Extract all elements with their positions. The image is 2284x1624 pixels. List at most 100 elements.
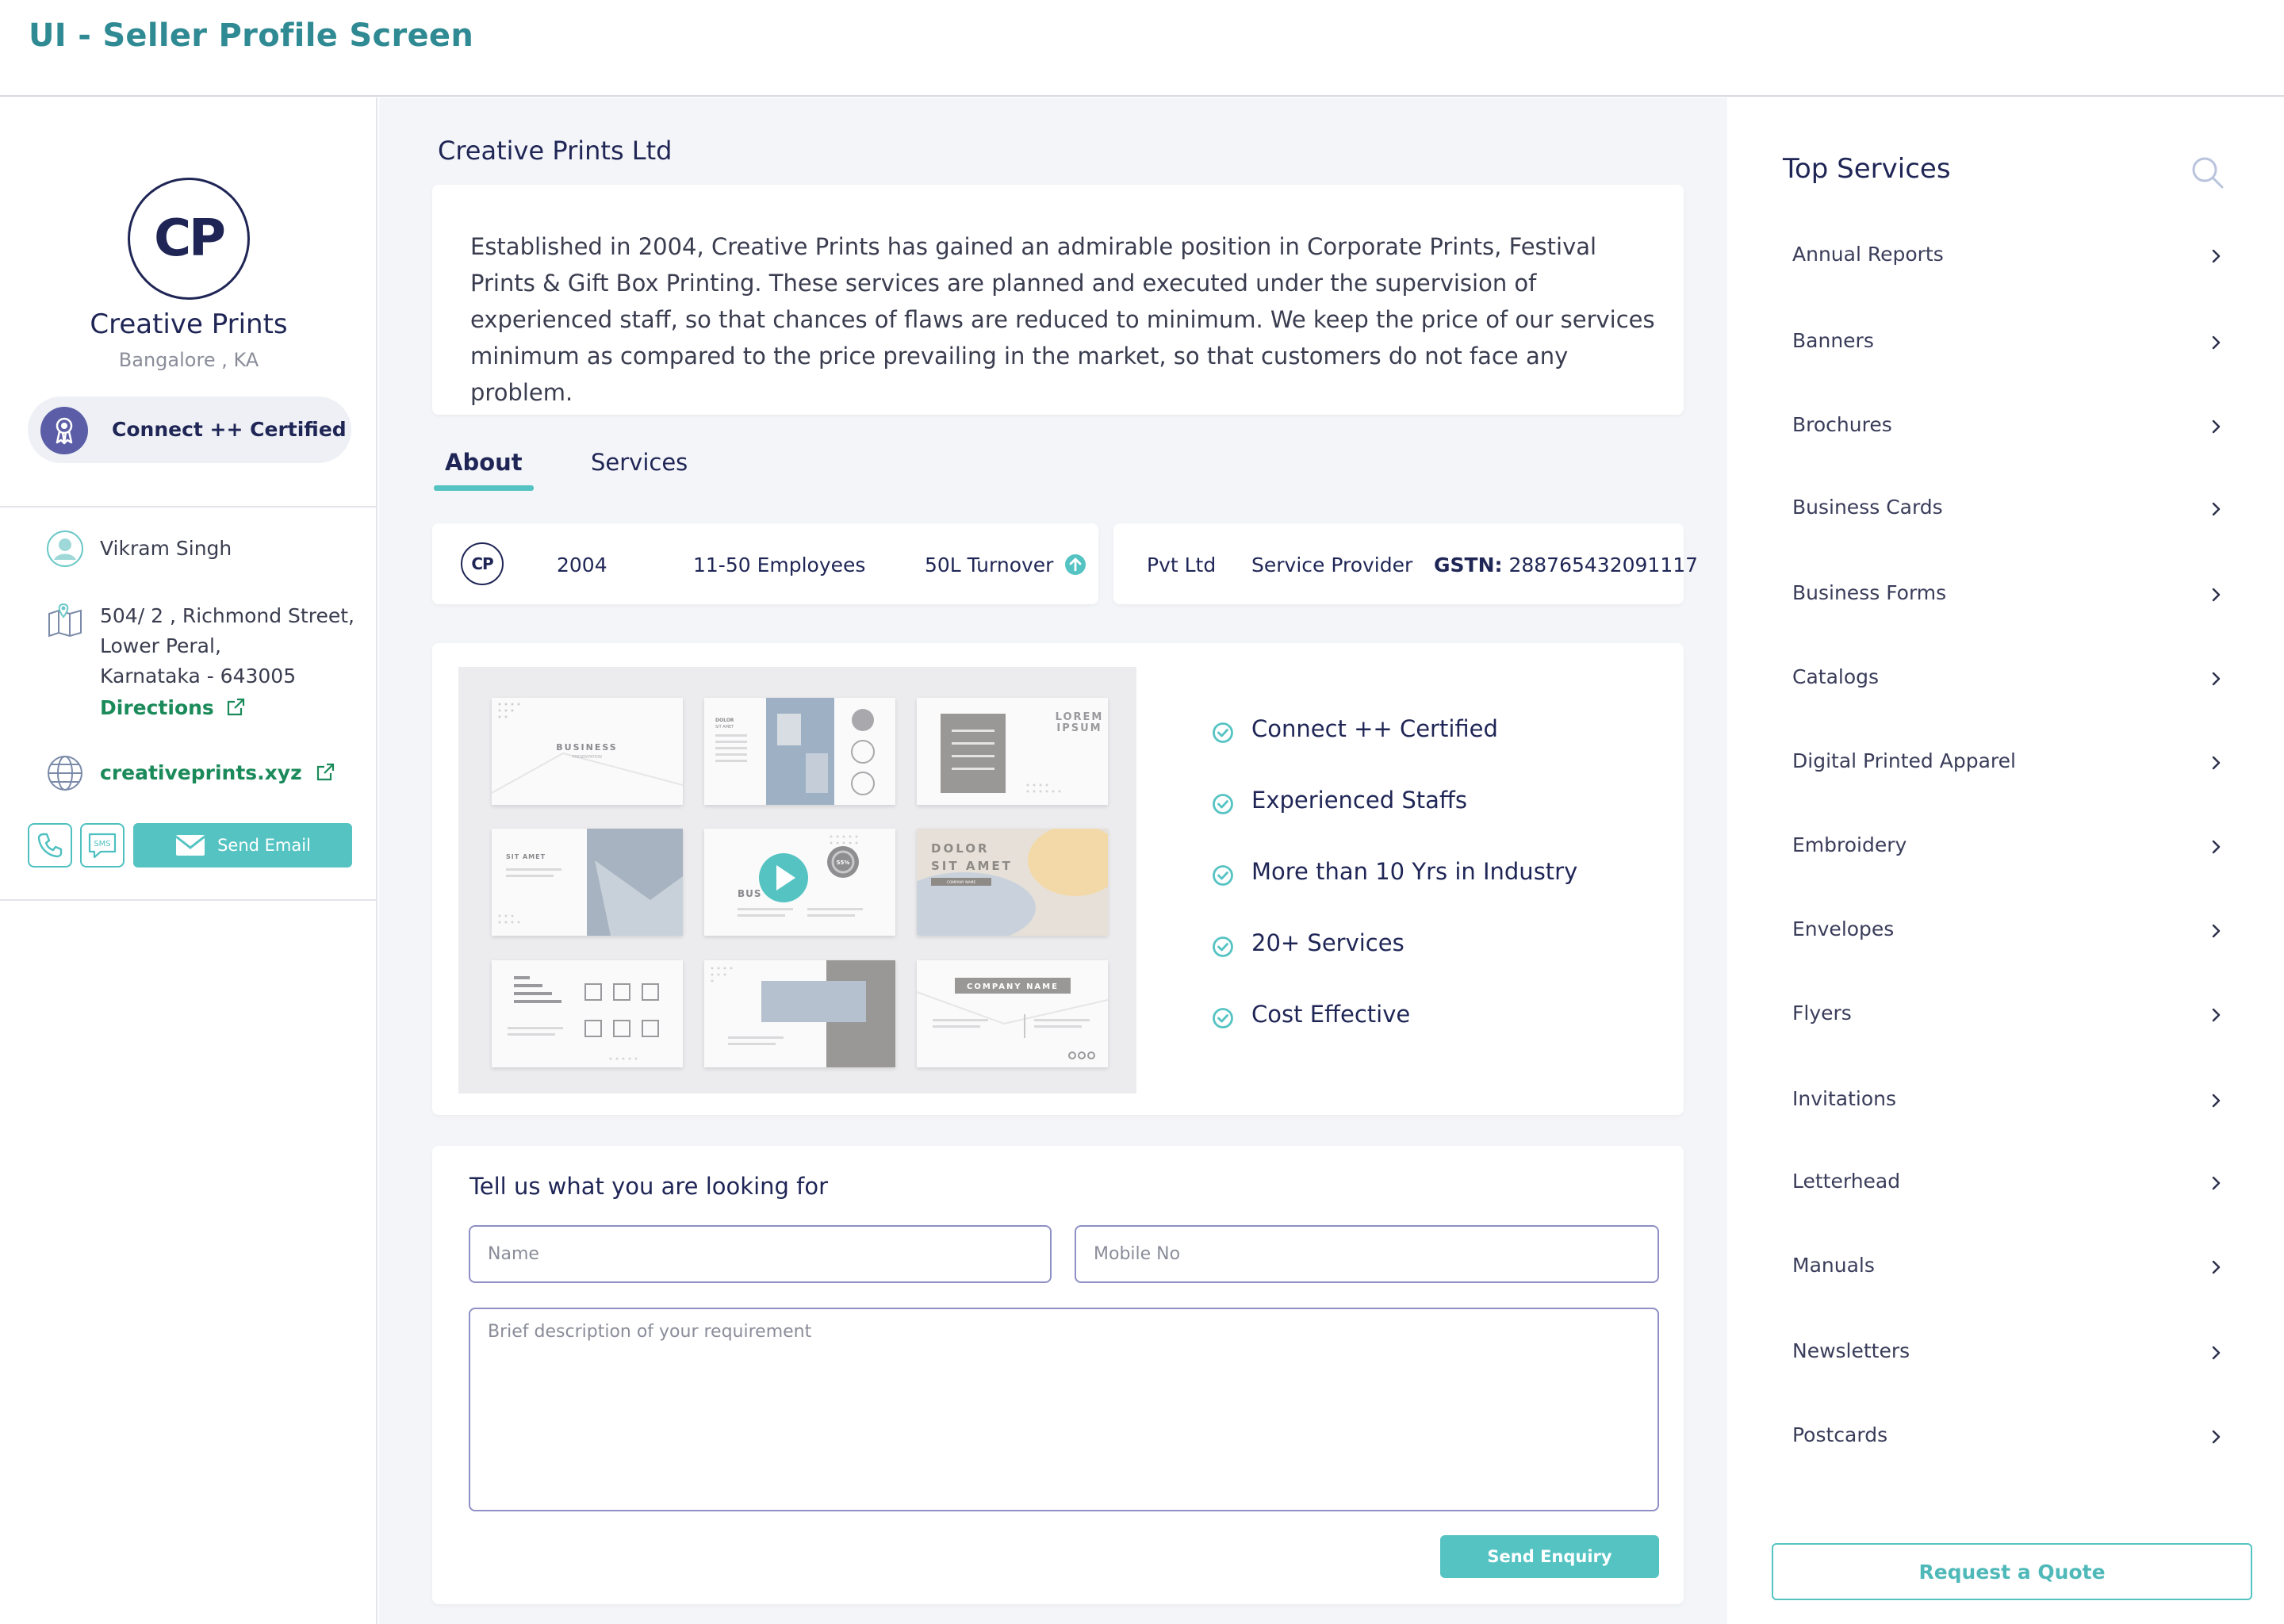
seller-location: Bangalore , KA xyxy=(118,349,259,371)
portfolio-thumbnail[interactable] xyxy=(704,960,895,1067)
service-item-label[interactable]: Letterhead xyxy=(1792,1170,1900,1193)
website-label[interactable]: creativeprints.xyz xyxy=(100,761,302,784)
seller-profile-panel: CP Creative Prints Bangalore , KA Connec… xyxy=(0,98,377,1624)
service-item-label[interactable]: Catalogs xyxy=(1792,665,1879,688)
service-item-label[interactable]: Business Forms xyxy=(1792,581,1946,604)
portfolio-thumbnail[interactable] xyxy=(492,960,683,1067)
address-line-1: 504/ 2 , Richmond Street, xyxy=(100,604,354,627)
service-item-label[interactable]: Digital Printed Apparel xyxy=(1792,749,2016,772)
portfolio-thumbnail[interactable]: COMPANY NAME xyxy=(917,960,1108,1067)
top-services-panel: Top Services Annual Reports Banners Brochu… xyxy=(1729,98,2284,1624)
service-item-label[interactable]: Manuals xyxy=(1792,1254,1875,1277)
sms-icon: SMS xyxy=(88,833,117,859)
check-circle-icon xyxy=(1213,865,1233,886)
chevron-right-icon[interactable] xyxy=(2210,1427,2223,1446)
service-item-label[interactable]: Invitations xyxy=(1792,1087,1896,1110)
feature-label: Experienced Staffs xyxy=(1251,787,1467,814)
chevron-right-icon[interactable] xyxy=(2210,500,2223,519)
directions-link[interactable]: Directions xyxy=(100,693,246,723)
thumbnail-title: LOREM xyxy=(1056,711,1104,723)
chevron-right-icon[interactable] xyxy=(2210,1091,2223,1110)
name-input[interactable]: Name xyxy=(469,1225,1052,1283)
chevron-right-icon[interactable] xyxy=(2210,585,2223,604)
portfolio-thumbnail[interactable]: DOLOR SIT AMET COMPANY NAME xyxy=(917,829,1108,936)
service-item-label[interactable]: Business Cards xyxy=(1792,496,1943,519)
thumbnail-subtitle: SIT AMET xyxy=(931,859,1013,873)
search-icon[interactable] xyxy=(2190,155,2225,193)
description-card: Established in 2004, Creative Prints has… xyxy=(432,185,1684,415)
check-circle-icon xyxy=(1213,794,1233,814)
chevron-right-icon[interactable] xyxy=(2210,333,2223,352)
check-circle-icon xyxy=(1213,936,1233,957)
chevron-right-icon[interactable] xyxy=(2210,1343,2223,1362)
send-enquiry-button[interactable]: Send Enquiry xyxy=(1440,1535,1659,1578)
name-placeholder: Name xyxy=(488,1244,539,1264)
gstn-value: 288765432091117 xyxy=(1502,553,1699,576)
thumbnail-title: SIT AMET xyxy=(506,853,546,860)
certification-label: Connect ++ Certified xyxy=(112,418,347,441)
chevron-right-icon[interactable] xyxy=(2210,247,2223,266)
directions-label[interactable]: Directions xyxy=(100,696,214,719)
seller-name: Creative Prints xyxy=(90,308,288,340)
send-email-button[interactable]: Send Email xyxy=(133,823,352,868)
call-button[interactable] xyxy=(28,823,72,868)
request-quote-button[interactable]: Request a Quote xyxy=(1772,1543,2252,1600)
portfolio-thumbnail[interactable]: DOLOR SIT AMET xyxy=(704,698,895,805)
tab-services[interactable]: Services xyxy=(591,449,688,476)
feature-label: 20+ Services xyxy=(1251,929,1405,956)
thumbnail-title: DOLOR xyxy=(715,718,734,723)
service-item-label[interactable]: Brochures xyxy=(1792,413,1892,436)
gstn: GSTN: 288765432091117 xyxy=(1434,553,1698,576)
page-title: UI - Seller Profile Screen xyxy=(29,17,474,54)
service-item-label[interactable]: Postcards xyxy=(1792,1423,1887,1446)
turnover-label: 50L Turnover xyxy=(925,553,1054,576)
chevron-right-icon[interactable] xyxy=(2210,753,2223,772)
chevron-right-icon[interactable] xyxy=(2210,1005,2223,1025)
seller-role: Service Provider xyxy=(1251,553,1413,576)
service-item-label[interactable]: Embroidery xyxy=(1792,833,1907,856)
service-item-label[interactable]: Newsletters xyxy=(1792,1339,1910,1362)
sms-button[interactable]: SMS xyxy=(80,823,125,868)
tab-about[interactable]: About xyxy=(445,449,523,476)
mobile-placeholder: Mobile No xyxy=(1094,1244,1181,1264)
chevron-right-icon[interactable] xyxy=(2210,1258,2223,1277)
seller-logo-text: CP xyxy=(154,209,226,268)
address-line-3: Karnataka - 643005 xyxy=(100,665,297,688)
map-pin-icon xyxy=(46,601,84,639)
chevron-right-icon[interactable] xyxy=(2210,1174,2223,1193)
portfolio-thumbnail[interactable]: BUSINESS PRESENTATION xyxy=(492,698,683,805)
feature-item: 20+ Services xyxy=(1213,929,1405,957)
sms-label: SMS xyxy=(94,840,110,848)
divider xyxy=(0,899,377,901)
feature-label: Cost Effective xyxy=(1251,1001,1411,1028)
requirement-placeholder: Brief description of your requirement xyxy=(488,1322,812,1342)
portfolio-thumbnail[interactable]: SIT AMET xyxy=(492,829,683,936)
chevron-right-icon[interactable] xyxy=(2210,669,2223,688)
contact-name: Vikram Singh xyxy=(100,537,232,560)
send-email-label[interactable]: Send Email xyxy=(217,836,311,855)
service-item-label[interactable]: Annual Reports xyxy=(1792,243,1944,266)
external-link-icon xyxy=(316,763,334,781)
service-item-label[interactable]: Banners xyxy=(1792,329,1874,352)
portfolio-thumbnail[interactable]: LOREM IPSUM xyxy=(917,698,1108,805)
requirement-textarea[interactable]: Brief description of your requirement xyxy=(469,1308,1659,1511)
thumbnail-subtitle: IPSUM xyxy=(1056,722,1102,734)
service-item-label[interactable]: Flyers xyxy=(1792,1002,1852,1025)
thumbnail-badge: 55% xyxy=(837,860,850,866)
phone-icon xyxy=(37,833,63,858)
service-item-label[interactable]: Envelopes xyxy=(1792,917,1894,940)
mobile-input[interactable]: Mobile No xyxy=(1075,1225,1659,1283)
chevron-right-icon[interactable] xyxy=(2210,837,2223,856)
divider xyxy=(0,506,377,508)
employee-count: 11-50 Employees xyxy=(693,553,866,576)
website-link[interactable]: creativeprints.xyz xyxy=(100,758,335,788)
thumbnail-title: BUSINESS xyxy=(556,742,617,753)
mail-icon xyxy=(175,835,205,856)
top-bar: UI - Seller Profile Screen xyxy=(0,0,2284,97)
thumbnail-title: BUS xyxy=(738,888,762,899)
active-tab-indicator xyxy=(434,485,534,491)
chevron-right-icon[interactable] xyxy=(2210,417,2223,436)
company-registration-card: Pvt Ltd Service Provider GSTN: 288765432… xyxy=(1113,523,1698,604)
portfolio-video-thumbnail[interactable]: 55% BUS xyxy=(704,829,895,936)
chevron-right-icon[interactable] xyxy=(2210,921,2223,940)
